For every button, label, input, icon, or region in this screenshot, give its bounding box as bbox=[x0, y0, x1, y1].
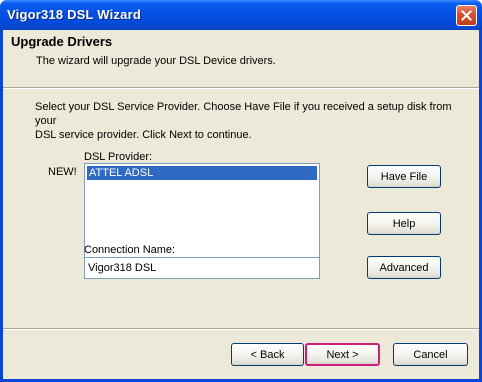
cancel-button[interactable]: Cancel bbox=[393, 343, 468, 366]
wizard-header: Upgrade Drivers The wizard will upgrade … bbox=[3, 30, 479, 87]
instruction-line-2: DSL service provider. Click Next to cont… bbox=[35, 129, 252, 141]
header-divider bbox=[3, 87, 479, 89]
next-button[interactable]: Next > bbox=[305, 343, 380, 366]
instruction-text: Select your DSL Service Provider. Choose… bbox=[35, 100, 475, 142]
window-title: Vigor318 DSL Wizard bbox=[7, 7, 141, 22]
dsl-provider-label: DSL Provider: bbox=[84, 151, 153, 163]
list-item-attel-adsl[interactable]: ATTEL ADSL bbox=[87, 166, 317, 180]
back-button[interactable]: < Back bbox=[231, 343, 304, 366]
connection-name-input[interactable] bbox=[84, 257, 320, 279]
footer-divider bbox=[3, 328, 479, 330]
close-x-icon bbox=[461, 10, 472, 21]
page-subtitle: The wizard will upgrade your DSL Device … bbox=[36, 55, 276, 67]
connection-name-label: Connection Name: bbox=[84, 244, 176, 256]
page-title: Upgrade Drivers bbox=[11, 34, 113, 49]
title-bar[interactable]: Vigor318 DSL Wizard bbox=[0, 0, 482, 30]
close-button[interactable] bbox=[456, 5, 477, 26]
help-button[interactable]: Help bbox=[367, 212, 441, 235]
instruction-line-1: Select your DSL Service Provider. Choose… bbox=[35, 101, 452, 127]
advanced-button[interactable]: Advanced bbox=[367, 256, 441, 279]
new-marker: NEW! bbox=[48, 166, 77, 178]
have-file-button[interactable]: Have File bbox=[367, 165, 441, 188]
wizard-window: Vigor318 DSL Wizard Upgrade Drivers The … bbox=[0, 0, 482, 382]
dialog-body: Upgrade Drivers The wizard will upgrade … bbox=[3, 30, 479, 379]
